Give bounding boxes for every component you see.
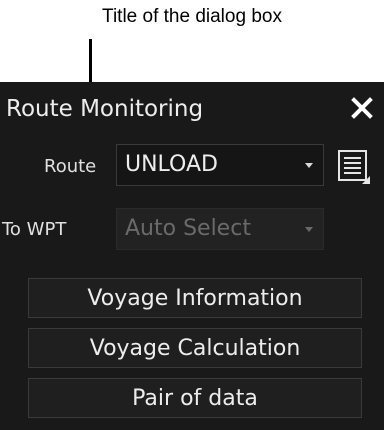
dialog-title: Route Monitoring	[6, 96, 204, 122]
route-select[interactable]: UNLOAD	[116, 144, 324, 186]
to-wpt-label: To WPT	[2, 219, 67, 240]
list-icon	[338, 150, 370, 184]
close-button[interactable]	[340, 88, 384, 128]
route-label: Route	[44, 156, 97, 177]
chevron-down-icon	[305, 163, 313, 168]
to-wpt-value: Auto Select	[125, 216, 251, 241]
close-icon	[351, 97, 373, 119]
voyage-information-button[interactable]: Voyage Information	[28, 278, 362, 318]
route-monitoring-dialog: Route Monitoring Route UNLOAD To WPT Aut…	[0, 82, 384, 430]
chevron-down-icon	[305, 227, 313, 232]
pair-of-data-button[interactable]: Pair of data	[28, 378, 362, 418]
route-list-button[interactable]	[334, 147, 374, 185]
voyage-calculation-button[interactable]: Voyage Calculation	[28, 328, 362, 368]
annotation-label: Title of the dialog box	[102, 6, 282, 27]
to-wpt-select[interactable]: Auto Select	[116, 208, 324, 250]
route-value: UNLOAD	[125, 152, 218, 177]
